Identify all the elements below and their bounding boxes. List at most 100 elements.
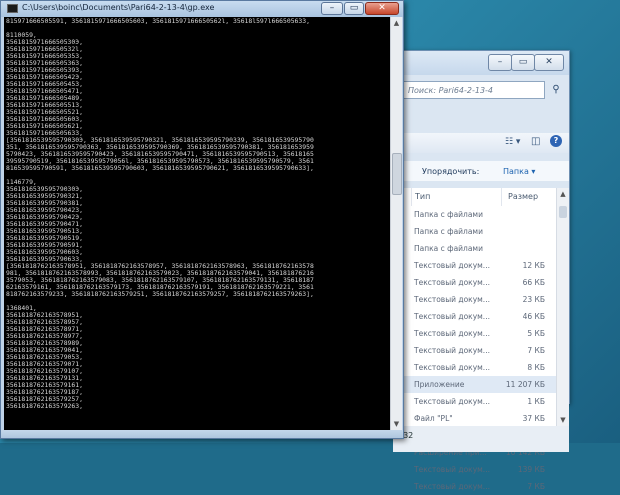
console-line: 1146779, [6,179,37,186]
list-item[interactable]: Текстовый докум... 12 КБ [393,257,556,274]
list-item[interactable]: Приложение 11 207 КБ [393,376,556,393]
console-line: 3561815971666505453, [6,81,83,88]
list-item[interactable]: Текстовый докум... 23 КБ [393,291,556,308]
arrange-by-folder-button[interactable]: Папка ▾ [503,167,535,176]
console-line: 3561816539595790591, [6,242,83,249]
file-size: 1 КБ [527,397,545,406]
console-line: 356181597166650532l, [6,46,83,53]
console-title: C:\Users\boinc\Documents\Pari64-2-13-4\g… [22,3,215,12]
list-item[interactable]: Папка с файлами [393,206,556,223]
file-type: Текстовый докум... [414,482,490,491]
list-item[interactable]: Текстовый докум... 7 КБ [393,478,556,495]
console-line: 3561818762163579263, [6,403,83,410]
console-line: 3561815971666505603, [6,116,83,123]
list-item[interactable]: Текстовый докум... 1 КБ [393,393,556,410]
file-list[interactable]: Папка с файлами Папка с файлами Папка с фа… [393,206,556,491]
console-line: 351, 3561816539595790363, 35618165395957… [6,144,314,151]
search-icon[interactable]: ⚲ [549,82,563,98]
console-line: 3561818762163578971, [6,326,83,333]
console-line: 3561816539595790423, [6,207,83,214]
list-item[interactable]: Текстовый докум... 46 КБ [393,308,556,325]
help-icon[interactable]: ? [550,135,562,147]
file-size: 7 КБ [527,482,545,491]
console-line: 5790423, 356181653959579042Э, 3561816539… [6,151,314,158]
console-line: 3561816539595790321, [6,193,83,200]
console-line: 3561815971666505353, [6,53,83,60]
console-app-icon[interactable] [7,4,18,13]
scroll-thumb[interactable] [559,206,567,218]
list-item[interactable]: Текстовый докум... 139 КБ [393,461,556,478]
explorer-library-bar [393,161,569,181]
explorer-window[interactable]: – ▭ ✕ Поиск: Pari64-2-13-4 ⚲ ☷ ▾ ◫ ? Упо… [392,50,570,491]
file-size: 11 207 КБ [505,380,545,389]
console-line: 981, 3561818762163578993, 35618187621635… [6,270,314,277]
console-line: 3561815971666505363, [6,60,83,67]
console-line: 356181653959579030Э, [6,186,83,193]
file-type: Папка с файлами [414,227,483,236]
console-line: 8110059, [6,32,37,39]
list-item[interactable]: Текстовый докум... 8 КБ [393,359,556,376]
console-line: 3561818762163578977, [6,333,83,340]
list-item[interactable]: Папка с файлами [393,240,556,257]
file-type: Текстовый докум... [414,465,490,474]
file-type: Папка с файлами [414,244,483,253]
console-output[interactable]: 815971666505591, 356181597166650560З, 35… [4,17,390,430]
explorer-command-bar: ☷ ▾ ◫ ? [393,133,569,153]
console-line: 62163579161, 3561818762163579173, 356181… [6,284,314,291]
minimize-button[interactable]: – [321,2,343,15]
file-size: 8 КБ [527,363,545,372]
column-header-type[interactable]: Тип [415,192,430,201]
search-input[interactable]: Поиск: Pari64-2-13-4 [401,81,545,99]
console-line: 3561815971666505621, [6,123,83,130]
console-line: 3561818762163578989, [6,340,83,347]
file-type: Текстовый докум... [414,363,490,372]
console-line: 1368401, [6,305,37,312]
file-size: 12 КБ [522,261,545,270]
file-type: Текстовый докум... [414,346,490,355]
console-line: 3561818762163579071, [6,361,83,368]
console-line: 818762163579233, 3561818762163579251, 35… [6,291,314,298]
file-type: Текстовый докум... [414,261,490,270]
list-item[interactable]: Текстовый докум... 66 КБ [393,274,556,291]
minimize-icon[interactable]: – [488,54,512,71]
console-window[interactable]: C:\Users\boinc\Documents\Pari64-2-13-4\g… [0,0,404,439]
maximize-icon[interactable]: ▭ [511,54,535,71]
console-line: 3561818762163578951, [6,312,83,319]
console-scrollbar[interactable]: ▲ ▼ [390,17,402,430]
console-line: 356181597166650542Э, [6,74,83,81]
console-line: 39595790519, 356181653959579056l, 356181… [6,158,314,165]
preview-pane-icon[interactable]: ◫ [531,136,540,147]
close-icon[interactable]: ✕ [534,54,564,71]
console-line: 3561818762163579053, [6,354,83,361]
console-line: 3561818762163579161, [6,382,83,389]
console-line: [356181653959579030Э, 356181653959579032… [6,137,314,144]
file-size: 139 КБ [517,465,545,474]
file-type: Текстовый докум... [414,278,490,287]
console-line: 356181653959579042Э, [6,214,83,221]
console-line: 3561815971666505521, [6,109,83,116]
scroll-up-icon[interactable]: ▲ [557,188,569,200]
console-line: 3561815971666505513, [6,102,83,109]
list-item[interactable]: Папка с файлами [393,223,556,240]
console-line: 815971666505591, 356181597166650560З, 35… [6,18,310,25]
console-line: 3561818762163579257, [6,396,83,403]
scroll-down-icon[interactable]: ▼ [391,418,402,430]
scroll-down-icon[interactable]: ▼ [557,414,569,426]
file-type: Текстовый докум... [414,295,490,304]
console-line: 3561818762163579187, [6,389,83,396]
view-options-icon[interactable]: ☷ ▾ [505,137,520,147]
scroll-thumb[interactable] [392,153,402,195]
list-item[interactable]: Файл "PL" 37 КБ [393,410,556,427]
maximize-button[interactable]: ▭ [344,2,364,15]
console-line: 3579053, 3561818762163579083, 3561818762… [6,277,314,284]
console-line: 356181597166650530Э, [6,39,83,46]
explorer-scrollbar[interactable]: ▲ ▼ [556,188,569,426]
list-item[interactable]: Текстовый докум... 7 КБ [393,342,556,359]
column-header-size[interactable]: Размер [508,192,538,201]
close-button[interactable]: ✕ [365,2,399,15]
scroll-up-icon[interactable]: ▲ [391,17,402,29]
console-line: 3561818762163578957, [6,319,83,326]
list-item[interactable]: Текстовый докум... 5 КБ [393,325,556,342]
